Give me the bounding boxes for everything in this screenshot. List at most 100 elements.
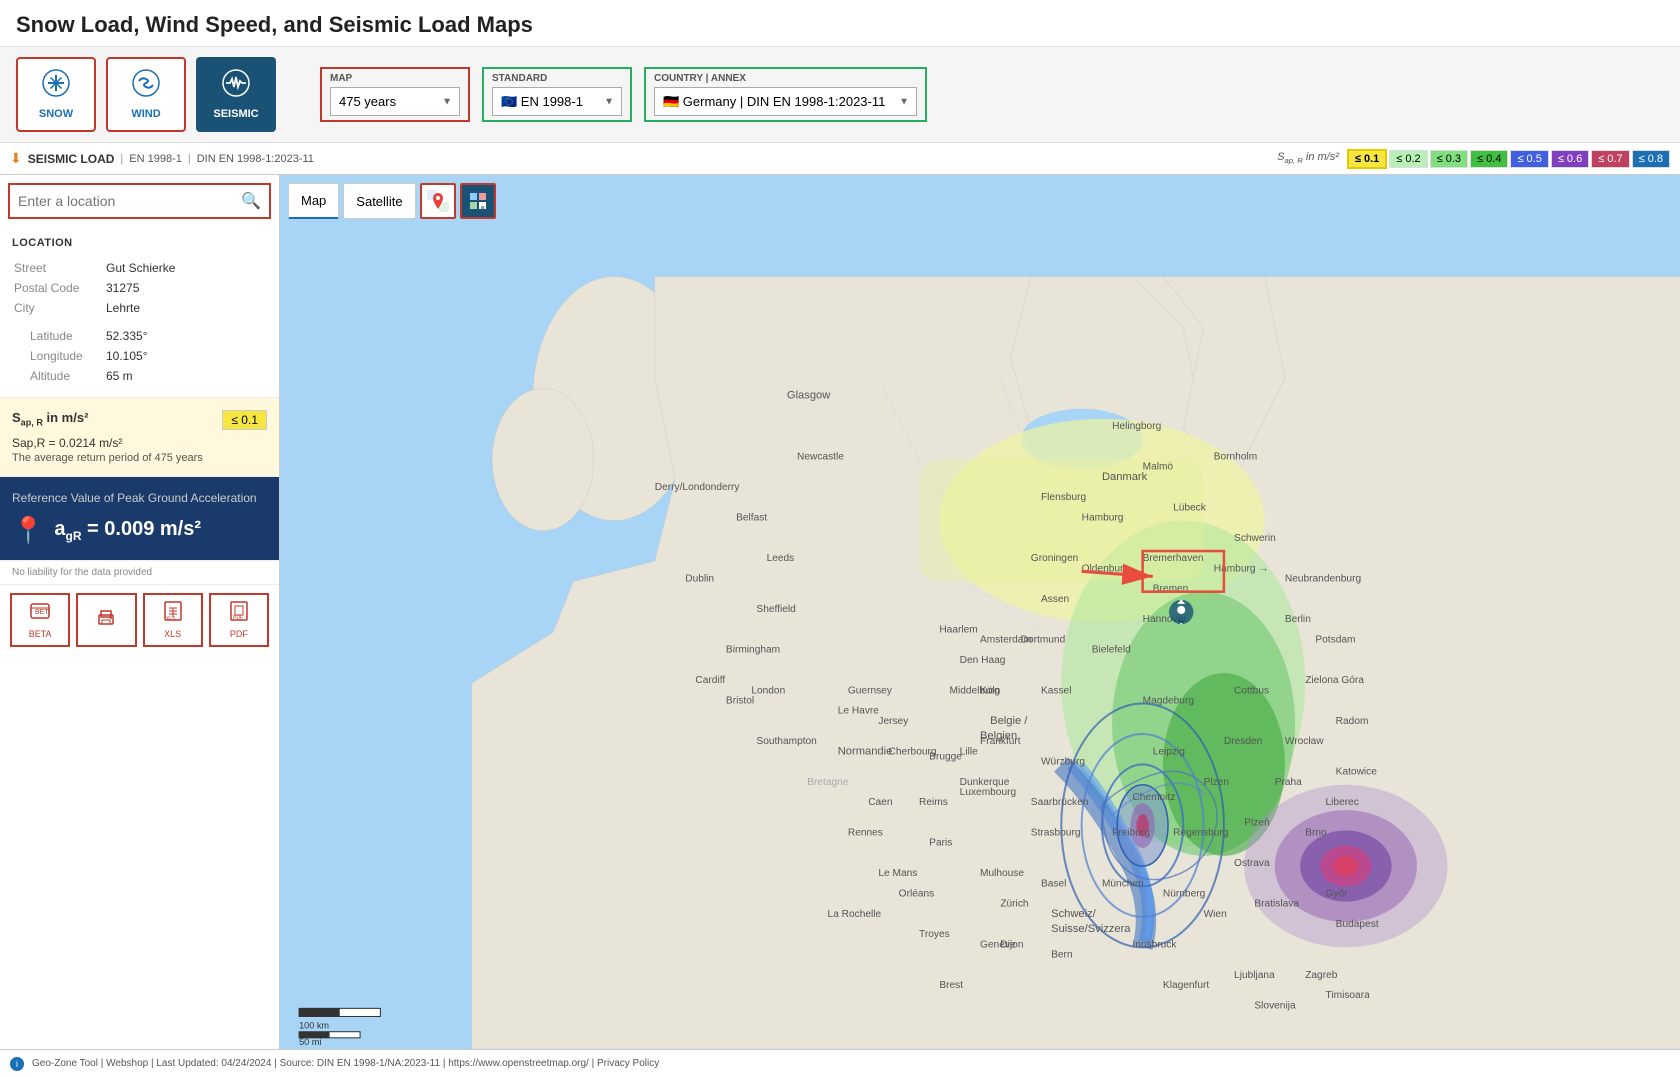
svg-text:Saarbrücken: Saarbrücken [1031, 797, 1089, 808]
svg-text:Wien: Wien [1204, 909, 1227, 920]
seismic-label: SEISMIC [213, 108, 258, 120]
pdf-icon: PDF [229, 601, 249, 626]
page-title: Snow Load, Wind Speed, and Seismic Load … [16, 12, 1664, 38]
sap-value: Sap,R = 0.0214 m/s² [12, 436, 267, 450]
action-btn-pdf[interactable]: PDFPDF [209, 593, 269, 647]
google-maps-btn[interactable] [420, 183, 456, 219]
legend-item-3: ≤ 0.4 [1470, 150, 1508, 168]
legend-item-0: ≤ 0.1 [1347, 149, 1387, 169]
tool-btn-wind[interactable]: WIND [106, 57, 186, 132]
svg-text:München: München [1102, 878, 1144, 889]
svg-text:Southampton: Southampton [756, 736, 816, 747]
svg-text:Orléans: Orléans [899, 889, 935, 900]
snow-label: SNOW [39, 108, 73, 120]
agr-value-row: 📍 agR = 0.009 m/s² [12, 515, 267, 546]
svg-text:Assen: Assen [1041, 594, 1069, 605]
svg-text:Ostrava: Ostrava [1234, 858, 1270, 869]
action-buttons: BETA BETA XLS XLS PDFPDF [0, 584, 279, 655]
toolbar: SNOWWINDSEISMIC MAP 475 years STANDARD 🇪… [0, 47, 1680, 143]
standard-dropdown-label: STANDARD [492, 73, 622, 84]
svg-text:Jersey: Jersey [878, 716, 909, 727]
svg-text:Budapest: Budapest [1336, 919, 1379, 930]
xls-label: XLS [164, 629, 181, 639]
svg-text:Brest: Brest [939, 980, 963, 991]
svg-text:Radom: Radom [1336, 716, 1369, 727]
tab-satellite[interactable]: Satellite [343, 183, 415, 219]
svg-text:Timisoara: Timisoara [1326, 990, 1371, 1001]
status-load-type: SEISMIC LOAD [28, 152, 115, 166]
svg-text:Leeds: Leeds [767, 553, 795, 564]
svg-text:Amsterdam: Amsterdam [980, 634, 1032, 645]
svg-text:Newcastle: Newcastle [797, 452, 844, 463]
agr-section: Reference Value of Peak Ground Accelerat… [0, 477, 279, 560]
svg-text:Normandie: Normandie [838, 745, 893, 757]
svg-text:Schweiz/: Schweiz/ [1051, 908, 1097, 920]
search-box[interactable]: 🔍 [8, 183, 271, 219]
print-icon [96, 608, 116, 633]
svg-text:Belfast: Belfast [736, 513, 767, 524]
tool-btn-seismic[interactable]: SEISMIC [196, 57, 276, 132]
beta-label: BETA [29, 629, 52, 639]
layer-btn[interactable]: ≡ [460, 183, 496, 219]
street-label: Street [14, 259, 104, 277]
standard-dropdown-select[interactable]: 🇪🇺 EN 1998-1 [492, 87, 622, 116]
svg-text:Lille: Lille [960, 746, 978, 757]
svg-text:BETA: BETA [35, 609, 50, 616]
beta-icon: BETA [30, 601, 50, 626]
svg-text:Le Havre: Le Havre [838, 706, 880, 717]
svg-text:Bremerhaven: Bremerhaven [1143, 553, 1204, 564]
xls-icon: XLS [163, 601, 183, 626]
svg-text:Innsbruck: Innsbruck [1132, 939, 1177, 950]
svg-text:Hamburg: Hamburg [1082, 513, 1124, 524]
svg-text:Cardiff: Cardiff [695, 675, 725, 686]
svg-text:Katowice: Katowice [1336, 767, 1378, 778]
location-table: Street Gut Schierke Postal Code 31275 Ci… [12, 257, 267, 387]
pin-icon: 📍 [12, 515, 44, 546]
svg-text:Hamburg →: Hamburg → [1214, 563, 1269, 574]
tab-map[interactable]: Map [288, 183, 339, 219]
map-dropdown-select[interactable]: 475 years [330, 87, 460, 116]
country-dropdown-select[interactable]: 🇩🇪 Germany | DIN EN 1998-1:2023-11 [654, 87, 917, 116]
legend-item-4: ≤ 0.5 [1510, 150, 1548, 168]
svg-text:Würzburg: Würzburg [1041, 756, 1085, 767]
svg-text:Kassel: Kassel [1041, 685, 1071, 696]
svg-text:Cottbus: Cottbus [1234, 685, 1269, 696]
svg-text:Potsdam: Potsdam [1315, 634, 1355, 645]
longitude-label: Longitude [14, 347, 104, 365]
svg-text:Genève: Genève [980, 939, 1016, 950]
svg-text:Dunkerque: Dunkerque [960, 777, 1010, 788]
status-separator1: | [120, 153, 123, 165]
agr-formula: agR = 0.009 m/s² [54, 518, 201, 543]
svg-text:Zielona Góra: Zielona Góra [1305, 675, 1364, 686]
svg-text:Den Haag: Den Haag [960, 655, 1006, 666]
city-row: City Lehrte [14, 299, 265, 317]
altitude-label: Altitude [14, 367, 104, 385]
svg-text:Groningen: Groningen [1031, 553, 1078, 564]
svg-text:Brugge: Brugge [929, 751, 962, 762]
svg-text:Helingborg: Helingborg [1112, 421, 1161, 432]
svg-text:Belgien: Belgien [980, 730, 1017, 742]
svg-text:Chemnitz: Chemnitz [1132, 792, 1175, 803]
action-btn-print[interactable] [76, 593, 136, 647]
svg-text:100 km: 100 km [299, 1021, 329, 1031]
svg-text:Zürich: Zürich [1000, 899, 1028, 910]
street-row: Street Gut Schierke [14, 259, 265, 277]
svg-text:Reims: Reims [919, 797, 948, 808]
svg-text:Belgie /: Belgie / [990, 715, 1028, 727]
svg-text:Bern: Bern [1051, 950, 1072, 961]
country-dropdown-group: COUNTRY | ANNEX 🇩🇪 Germany | DIN EN 1998… [644, 67, 927, 122]
action-btn-beta[interactable]: BETA BETA [10, 593, 70, 647]
svg-text:Bremen: Bremen [1153, 584, 1189, 595]
svg-text:Schwerin: Schwerin [1234, 533, 1276, 544]
footer: i Geo-Zone Tool | Webshop | Last Updated… [0, 1049, 1680, 1077]
map-canvas[interactable]: Glasgow Newcastle Derry/Londonderry Belf… [280, 175, 1680, 1049]
tool-btn-snow[interactable]: SNOW [16, 57, 96, 132]
street-value: Gut Schierke [106, 259, 265, 277]
svg-text:Luxembourg: Luxembourg [960, 787, 1016, 798]
legend-unit-label: Sap, R in m/s² [1277, 151, 1339, 165]
city-value: Lehrte [106, 299, 265, 317]
map-area: Map Satellite ≡ [280, 175, 1680, 1049]
search-input[interactable] [18, 193, 241, 209]
action-btn-xls[interactable]: XLS XLS [143, 593, 203, 647]
svg-text:Birmingham: Birmingham [726, 645, 780, 656]
